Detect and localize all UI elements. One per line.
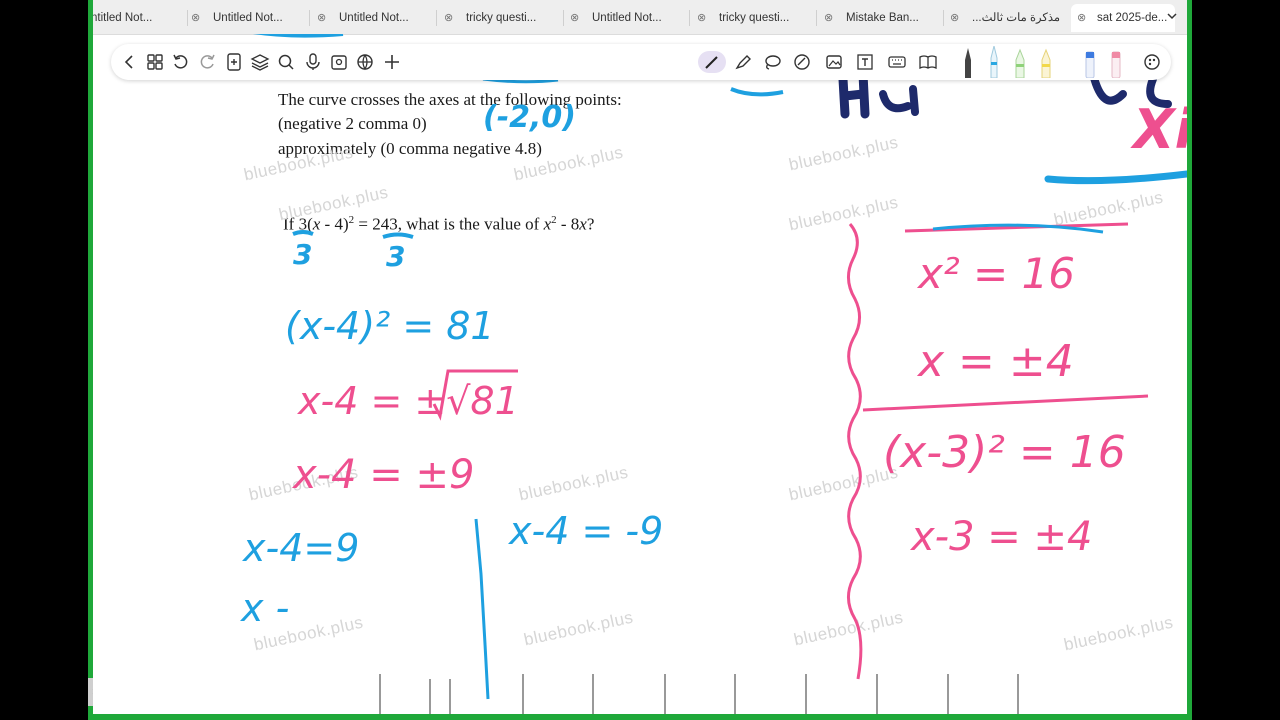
grid-icon[interactable] bbox=[144, 51, 166, 73]
tab-6[interactable]: ⊗ Mistake Ban... bbox=[824, 4, 929, 32]
tab-label: tricky questi... bbox=[719, 12, 790, 24]
share-icon[interactable] bbox=[328, 51, 350, 73]
globe-icon[interactable] bbox=[354, 51, 376, 73]
handwritten-right: x-3 = ±4 bbox=[911, 514, 1093, 560]
tab-label: sat 2025-de... bbox=[1097, 12, 1168, 24]
plus-icon[interactable] bbox=[381, 51, 403, 73]
handwritten-case: x-4=9 bbox=[243, 526, 360, 570]
tab-separator bbox=[689, 10, 690, 26]
tab-separator bbox=[943, 10, 944, 26]
close-icon[interactable]: ⊗ bbox=[824, 4, 838, 32]
palette-icon[interactable] bbox=[1141, 51, 1163, 73]
handwritten-right: (x-3)² = 16 bbox=[883, 427, 1126, 478]
tab-label: ntitled Not... bbox=[93, 12, 153, 24]
tab-separator bbox=[309, 10, 310, 26]
tab-4[interactable]: ⊗ Untitled Not... bbox=[570, 4, 675, 32]
floating-toolbar bbox=[111, 44, 1171, 80]
pen-color-green-icon[interactable] bbox=[1013, 46, 1027, 78]
highlighter-icon[interactable] bbox=[732, 51, 754, 73]
book-icon[interactable] bbox=[917, 51, 939, 73]
tab-label: ...مذكرة مات ثالث bbox=[972, 12, 1061, 24]
note-canvas[interactable]: The curve has 1 relative minimum and 1 r… bbox=[93, 34, 1187, 714]
add-page-icon[interactable] bbox=[223, 51, 245, 73]
tab-5[interactable]: ⊗ tricky questi... bbox=[697, 4, 802, 32]
pen-color-yellow-icon[interactable] bbox=[1039, 46, 1053, 78]
tab-separator bbox=[563, 10, 564, 26]
undo-icon[interactable] bbox=[170, 51, 192, 73]
back-icon[interactable] bbox=[119, 51, 141, 73]
handwritten-step: x-4 = ±√81 bbox=[298, 379, 519, 423]
handwritten-case: x - bbox=[241, 586, 290, 630]
layers-icon[interactable] bbox=[249, 51, 271, 73]
tab-separator bbox=[436, 10, 437, 26]
image-icon[interactable] bbox=[823, 51, 845, 73]
pen-color-pink-icon[interactable] bbox=[1109, 46, 1123, 78]
handwritten-case: x-4 = -9 bbox=[509, 509, 664, 553]
pen-color-black-icon[interactable] bbox=[961, 46, 975, 78]
close-icon[interactable]: ⊗ bbox=[191, 4, 205, 32]
handwritten-divisor: 3 bbox=[386, 240, 406, 273]
tab-separator bbox=[816, 10, 817, 26]
pen-tool-icon[interactable] bbox=[698, 51, 726, 73]
close-icon[interactable]: ⊗ bbox=[697, 4, 711, 32]
eraser-icon[interactable] bbox=[791, 51, 813, 73]
app-screen: ntitled Not... ⊗ Untitled Not... ⊗ Untit… bbox=[93, 0, 1187, 714]
mic-icon[interactable] bbox=[302, 51, 324, 73]
close-icon[interactable]: ⊗ bbox=[570, 4, 584, 32]
handwritten-step: x-4 = ±9 bbox=[293, 452, 475, 498]
pen-color-blue2-icon[interactable] bbox=[1083, 46, 1097, 78]
textbox-icon[interactable] bbox=[854, 51, 876, 73]
tab-bar: ntitled Not... ⊗ Untitled Not... ⊗ Untit… bbox=[93, 0, 1187, 35]
lasso-icon[interactable] bbox=[761, 51, 783, 73]
tab-3[interactable]: ⊗ tricky questi... bbox=[444, 4, 549, 32]
tab-0[interactable]: ntitled Not... bbox=[93, 4, 179, 32]
handwritten-right: x = ±4 bbox=[918, 336, 1074, 387]
close-icon[interactable]: ⊗ bbox=[317, 4, 331, 32]
tab-label: Mistake Ban... bbox=[846, 12, 919, 24]
handwritten-corner: Xi bbox=[1133, 98, 1187, 161]
handwritten-divisor: 3 bbox=[293, 238, 313, 271]
tab-2[interactable]: ⊗ Untitled Not... bbox=[317, 4, 422, 32]
handwritten-right: x² = 16 bbox=[918, 249, 1076, 298]
tab-label: tricky questi... bbox=[466, 12, 537, 24]
tab-8-active[interactable]: ⊗ sat 2025-de... bbox=[1071, 4, 1175, 32]
tab-label: Untitled Not... bbox=[339, 12, 409, 24]
handwritten-step: (x-4)² = 81 bbox=[285, 304, 495, 348]
tab-label: Untitled Not... bbox=[213, 12, 283, 24]
close-icon[interactable]: ⊗ bbox=[1077, 4, 1091, 32]
chevron-down-icon[interactable] bbox=[1165, 9, 1179, 23]
search-icon[interactable] bbox=[275, 51, 297, 73]
close-icon[interactable]: ⊗ bbox=[950, 4, 964, 32]
tab-1[interactable]: ⊗ Untitled Not... bbox=[191, 4, 296, 32]
tab-label: Untitled Not... bbox=[592, 12, 662, 24]
redo-icon[interactable] bbox=[196, 51, 218, 73]
tab-7[interactable]: ⊗ ...مذكرة مات ثالث bbox=[950, 4, 1065, 32]
keyboard-icon[interactable] bbox=[886, 51, 908, 73]
handwritten-point: (-2,0) bbox=[483, 100, 577, 135]
pen-color-blue-icon[interactable] bbox=[987, 46, 1001, 78]
close-icon[interactable]: ⊗ bbox=[444, 4, 458, 32]
tab-separator bbox=[187, 10, 188, 26]
